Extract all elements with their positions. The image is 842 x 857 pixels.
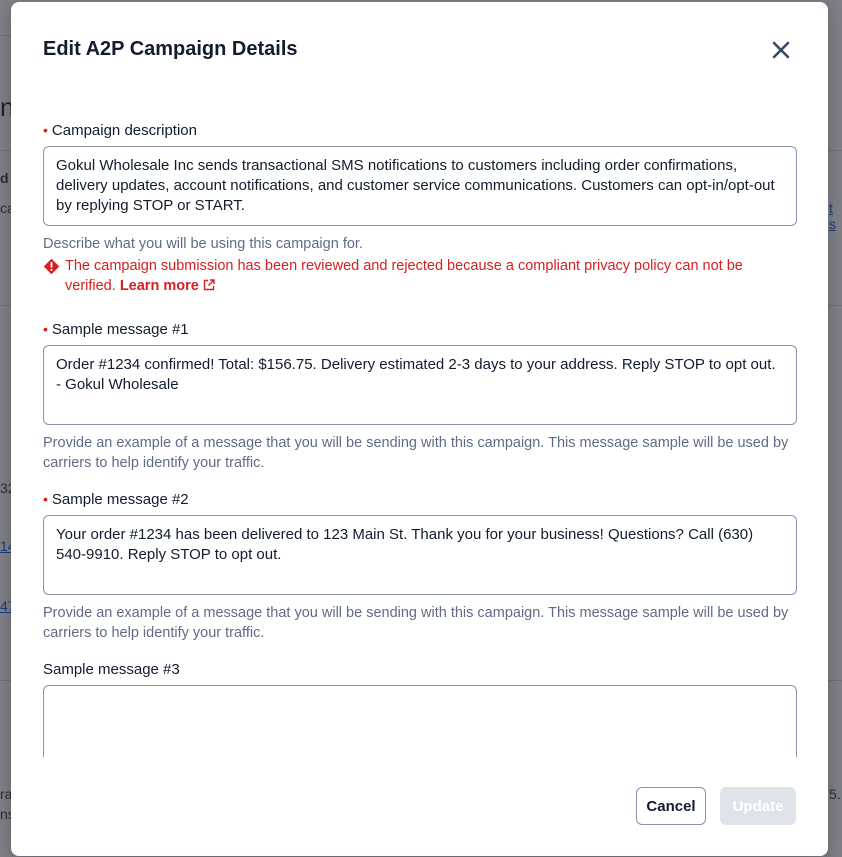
sample-message-3-field: Sample message #3 (43, 659, 797, 757)
edit-campaign-modal: Edit A2P Campaign Details • Campaign des… (11, 2, 828, 856)
background-fragment: d (0, 170, 9, 186)
sample-message-1-help: Provide an example of a message that you… (43, 435, 789, 471)
background-divider (828, 305, 842, 306)
sample-message-1-field: • Sample message #1 Order #1234 confirme… (43, 319, 797, 473)
sample-message-1-textarea[interactable]: Order #1234 confirmed! Total: $156.75. D… (43, 345, 797, 425)
sample-message-2-label-text: Sample message #2 (51, 490, 189, 508)
background-link-fragment: t s (829, 200, 836, 232)
background-divider (0, 150, 11, 151)
background-divider (828, 680, 842, 681)
required-indicator: • (43, 491, 48, 507)
sample-message-2-label: • Sample message #2 (43, 489, 797, 509)
campaign-description-error: The campaign submission has been reviewe… (43, 256, 797, 297)
error-message: The campaign submission has been reviewe… (65, 256, 797, 297)
cancel-button[interactable]: Cancel (636, 787, 706, 825)
external-link-icon (203, 277, 215, 297)
required-indicator: • (43, 122, 48, 138)
background-divider (828, 150, 842, 151)
modal-body[interactable]: • Campaign description Gokul Wholesale I… (43, 114, 797, 757)
sample-message-2-help: Provide an example of a message that you… (43, 605, 789, 641)
background-divider (0, 305, 11, 306)
campaign-description-field: • Campaign description Gokul Wholesale I… (43, 120, 797, 254)
sample-message-2-textarea[interactable]: Your order #1234 has been delivered to 1… (43, 515, 797, 595)
sample-message-3-label: Sample message #3 (43, 659, 797, 679)
campaign-description-label-text: Campaign description (51, 121, 197, 139)
sample-message-3-label-text: Sample message #3 (43, 660, 180, 678)
sample-message-1-label-text: Sample message #1 (51, 320, 189, 338)
close-icon (772, 41, 790, 59)
campaign-description-label: • Campaign description (43, 120, 797, 140)
modal-title: Edit A2P Campaign Details (43, 38, 298, 60)
learn-more-label: Learn more (119, 278, 199, 294)
background-fragment: 5. (829, 786, 841, 802)
learn-more-link[interactable]: Learn more (120, 278, 215, 294)
close-button[interactable] (767, 36, 795, 64)
update-button[interactable]: Update (720, 787, 796, 825)
campaign-description-help: Describe what you will be using this cam… (43, 236, 363, 252)
required-indicator: • (43, 321, 48, 337)
sample-message-2-field: • Sample message #2 Your order #1234 has… (43, 489, 797, 643)
background-divider (0, 680, 11, 681)
background-divider (0, 35, 11, 36)
warning-diamond-icon (43, 256, 65, 297)
sample-message-3-textarea[interactable] (43, 685, 797, 757)
campaign-description-textarea[interactable]: Gokul Wholesale Inc sends transactional … (43, 146, 797, 226)
sample-message-1-label: • Sample message #1 (43, 319, 797, 339)
